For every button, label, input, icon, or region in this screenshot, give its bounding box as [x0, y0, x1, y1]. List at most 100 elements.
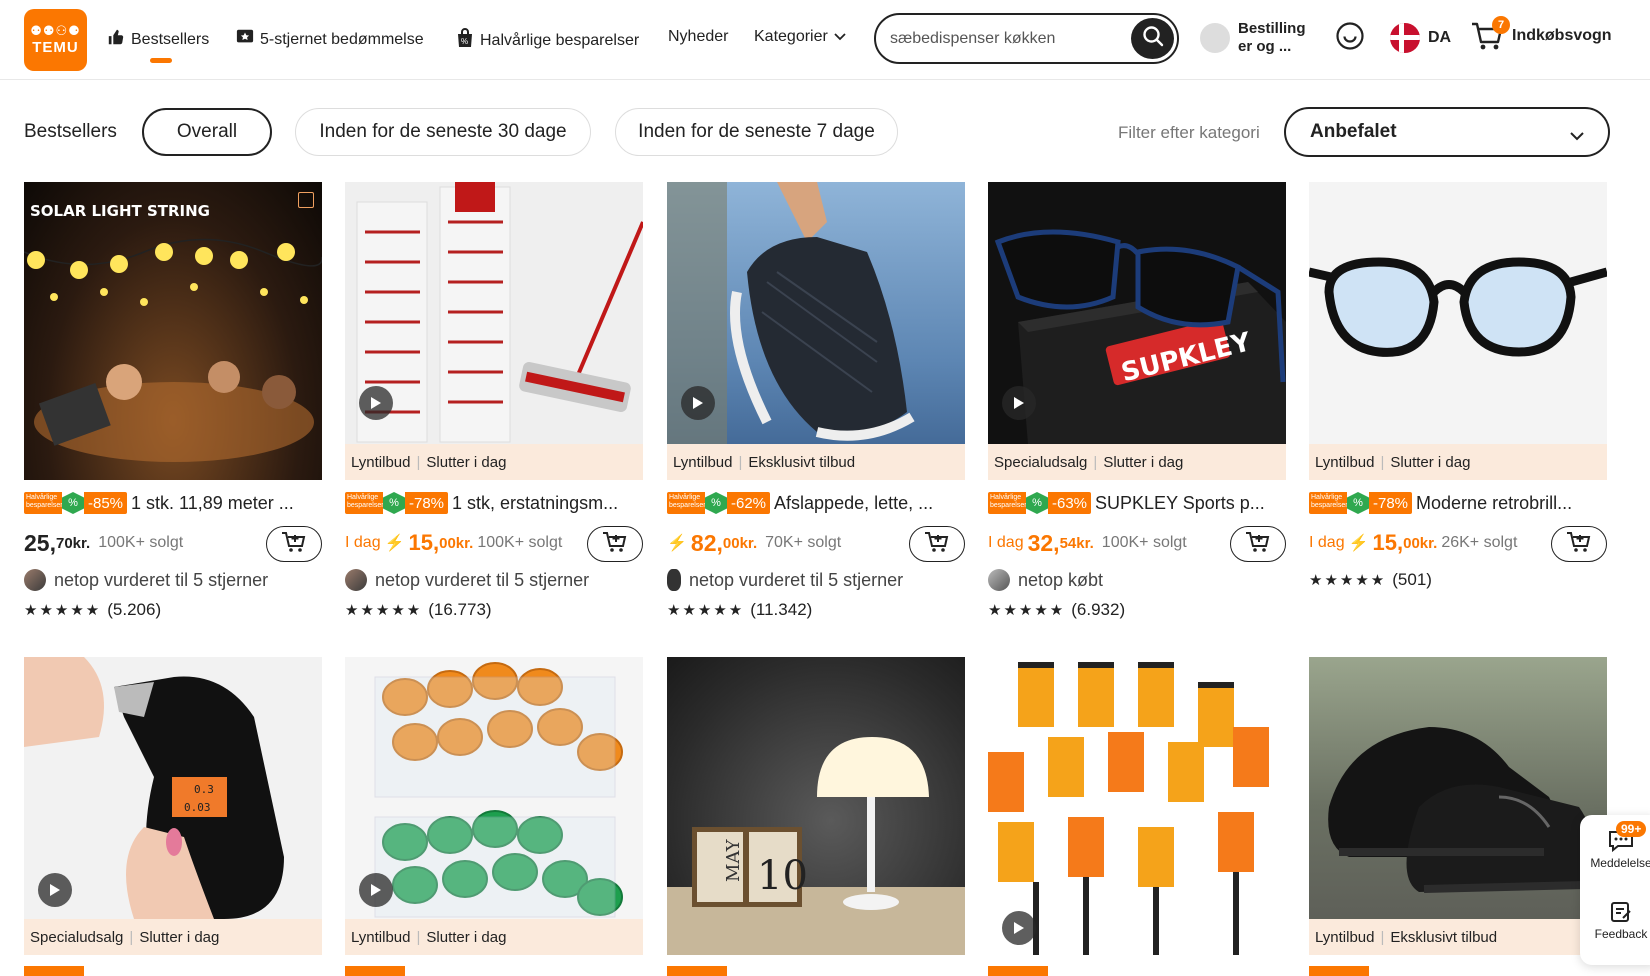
buyer-avatar: [345, 569, 367, 591]
add-to-cart-button[interactable]: [909, 526, 965, 562]
rating-count: (16.773): [428, 600, 492, 619]
display-reading-1: 0.3: [194, 783, 214, 796]
promo-tag-secondary: Eksklusivt tilbud: [748, 453, 856, 471]
price-decimals: 70kr.: [55, 534, 91, 552]
product-card[interactable]: Lyntilbud | Eksklusivt tilbud Halvårlige b…: [667, 182, 965, 622]
temu-logo[interactable]: ⚉⚉⚇⚈ TEMU: [24, 9, 87, 71]
play-video-button[interactable]: [359, 873, 393, 907]
play-video-button[interactable]: [681, 386, 715, 420]
price-main: 25,: [24, 529, 56, 556]
product-title[interactable]: Afslappede, lette, ...: [774, 493, 950, 514]
nav-news[interactable]: Nyheder: [668, 28, 728, 46]
nav-categories[interactable]: Kategorier: [754, 28, 846, 46]
star-rating: ★★★★★: [988, 602, 1066, 619]
buyer-activity: netop vurderet til 5 stjerner: [689, 569, 904, 590]
product-image[interactable]: Lyntilbud | Eksklusivt tilbud: [667, 182, 965, 480]
product-title[interactable]: SUPKLEY Sports p...: [1095, 493, 1271, 514]
product-image[interactable]: SUPKLEY Specialudsalg | Slutter i dag: [988, 182, 1286, 480]
product-card[interactable]: Lyntilbud | Eksklusivt tilbud: [1309, 657, 1607, 955]
promo-tag-secondary: Slutter i dag: [1103, 453, 1184, 471]
rating-count: (6.932): [1071, 600, 1126, 619]
price-decimals: 00kr.: [1403, 534, 1438, 552]
nav-savings[interactable]: % Halvårlige besparelser: [456, 28, 639, 53]
star-rating: ★★★★★: [345, 602, 423, 619]
product-image[interactable]: Lyntilbud | Eksklusivt tilbud: [1309, 657, 1607, 955]
filter-7-days[interactable]: Inden for de seneste 7 dage: [615, 108, 898, 156]
language-selector[interactable]: DA: [1390, 23, 1451, 53]
product-image[interactable]: 0.3 0.03 Specialudsalg | Slutter i dag: [24, 657, 322, 955]
promo-tag-bar: Lyntilbud | Eksklusivt tilbud: [1309, 919, 1607, 955]
discount-label: -78%: [1369, 492, 1413, 514]
product-title[interactable]: Moderne retrobrill...: [1416, 493, 1592, 514]
price-decimals: 54kr.: [1059, 534, 1094, 552]
nav-bestsellers[interactable]: Bestsellers: [107, 28, 209, 51]
chat-smile-icon: [1335, 21, 1365, 56]
savings-badge-text: Halvårlige besparelser: [24, 492, 63, 514]
messages-count-badge: 99+: [1616, 821, 1647, 837]
search-input[interactable]: [890, 27, 1120, 51]
cart-label: Indkøbsvogn: [1512, 27, 1612, 44]
feedback-button[interactable]: Feedback: [1586, 900, 1650, 941]
product-card[interactable]: Lyntilbud | Slutter i dag Halvårlige bespa…: [345, 182, 643, 622]
search-button[interactable]: [1131, 18, 1174, 59]
logo-text: TEMU: [32, 39, 79, 56]
add-to-cart-button[interactable]: [1230, 526, 1286, 562]
promo-tag-bar: Specialudsalg | Slutter i dag: [24, 919, 322, 955]
discount-label: -85%: [84, 492, 128, 514]
cart-button[interactable]: 7 Indkøbsvogn: [1470, 16, 1612, 52]
feedback-label: Feedback: [1594, 927, 1648, 941]
product-image[interactable]: MAY 10: [667, 657, 965, 955]
add-to-cart-button[interactable]: [1551, 526, 1607, 562]
product-image[interactable]: SOLAR LIGHT STRING: [24, 182, 322, 480]
price-decimals: 00kr.: [722, 534, 758, 552]
nav-5-star[interactable]: 5-stjernet bedømmelse: [236, 28, 424, 51]
calendar-day: 10: [757, 853, 808, 899]
product-card[interactable]: MAY 10: [667, 657, 965, 955]
price-main: 82,: [690, 529, 723, 556]
filter-30-days[interactable]: Inden for de seneste 30 dage: [295, 108, 591, 156]
discount-label: -63%: [1048, 492, 1092, 514]
add-to-cart-button[interactable]: [587, 526, 643, 562]
sort-select[interactable]: Anbefalet: [1284, 107, 1610, 157]
account-label: Bestilling er og ...: [1238, 20, 1306, 55]
product-image[interactable]: Lyntilbud | Slutter i dag: [1309, 182, 1607, 480]
play-video-button[interactable]: [359, 386, 393, 420]
savings-badge: Halvårlige besparelser % -78%: [345, 492, 449, 514]
lightning-icon: ⚡: [667, 535, 687, 552]
promo-tag-secondary: Slutter i dag: [426, 453, 507, 471]
savings-badge-peek: [345, 966, 405, 976]
product-card[interactable]: [988, 657, 1286, 955]
savings-badge-text: Halvårlige besparelser: [345, 492, 384, 514]
image-title: SOLAR LIGHT STRING: [30, 202, 210, 220]
promo-tag-primary: Specialudsalg: [994, 453, 1088, 471]
product-card[interactable]: Lyntilbud | Slutter i dag Halvårlige bespa…: [1309, 182, 1607, 592]
percent-icon: %: [1347, 492, 1369, 514]
play-video-button[interactable]: [1002, 911, 1036, 945]
filter-overall[interactable]: Overall: [142, 108, 272, 156]
add-to-cart-button[interactable]: [266, 526, 322, 562]
language-label: DA: [1428, 29, 1452, 46]
account-orders[interactable]: Bestilling er og ...: [1200, 20, 1318, 56]
product-card[interactable]: SOLAR LIGHT STRING Halvårlige besparelse…: [24, 182, 322, 622]
play-video-button[interactable]: [1002, 386, 1036, 420]
support-button[interactable]: [1334, 21, 1366, 56]
savings-badge: Halvårlige besparelser % -62%: [667, 492, 771, 514]
sort-value: Anbefalet: [1310, 121, 1397, 142]
product-title[interactable]: 1 stk. 11,89 meter ...: [131, 493, 307, 514]
buyer-activity: netop vurderet til 5 stjerner: [54, 569, 269, 590]
product-image[interactable]: Lyntilbud | Slutter i dag: [345, 657, 643, 955]
product-card[interactable]: Lyntilbud | Slutter i dag: [345, 657, 643, 955]
product-image[interactable]: [988, 657, 1286, 955]
thumbs-up-icon: [107, 28, 125, 51]
product-card[interactable]: SUPKLEY Specialudsalg | Slutter i dag Halv…: [988, 182, 1286, 622]
product-card[interactable]: 0.3 0.03 Specialudsalg | Slutter i dag: [24, 657, 322, 955]
savings-badge-peek: [988, 966, 1048, 976]
product-image[interactable]: Lyntilbud | Slutter i dag: [345, 182, 643, 480]
product-title[interactable]: 1 stk, erstatningsm...: [452, 493, 628, 514]
cart-count-badge: 7: [1492, 16, 1510, 34]
promo-tag-primary: Lyntilbud: [1315, 453, 1375, 471]
promo-tag-bar: Lyntilbud | Eksklusivt tilbud: [667, 444, 965, 480]
promo-tag-bar: Specialudsalg | Slutter i dag: [988, 444, 1286, 480]
play-video-button[interactable]: [38, 873, 72, 907]
rating-count: (501): [1392, 570, 1432, 589]
